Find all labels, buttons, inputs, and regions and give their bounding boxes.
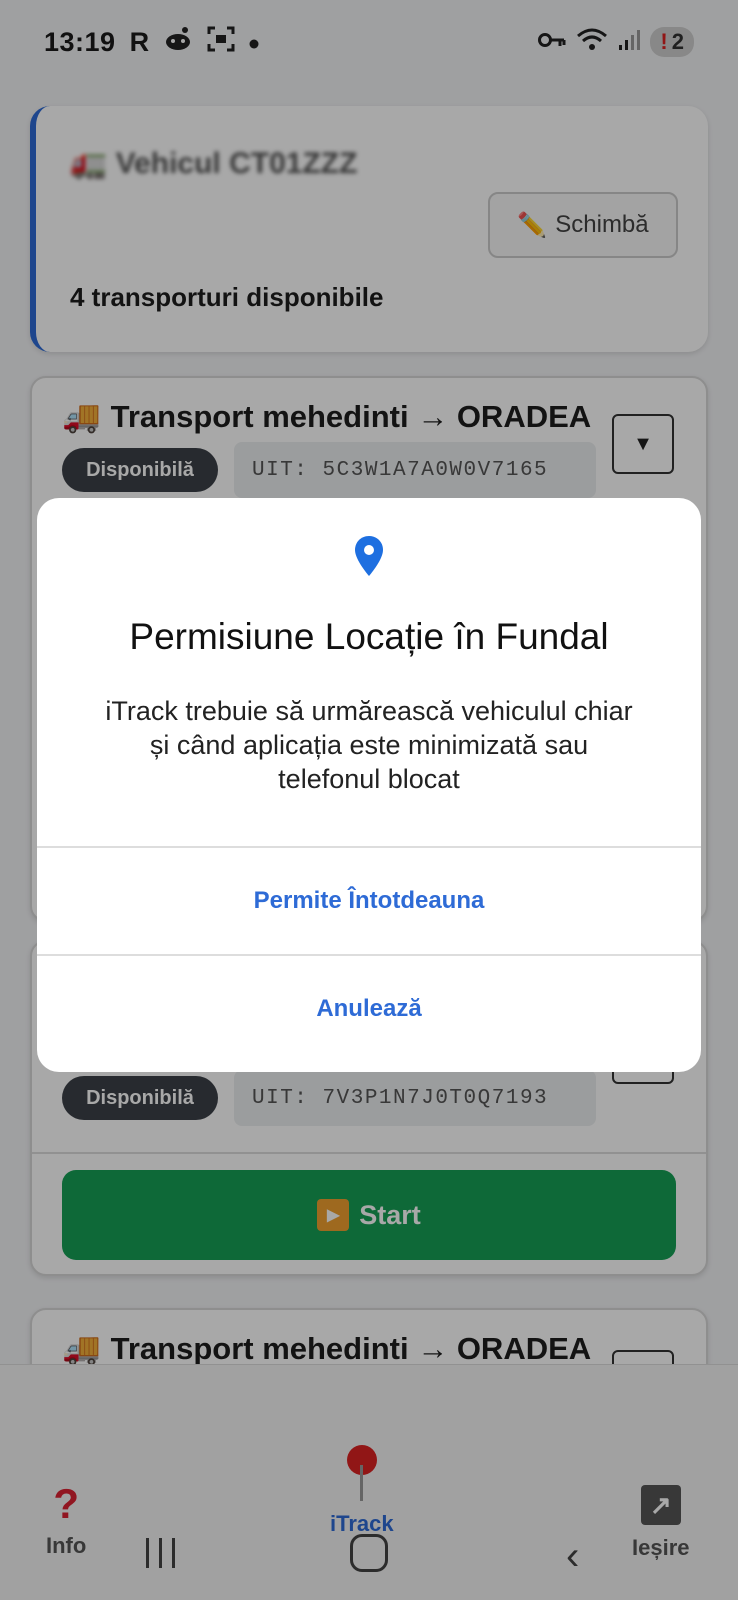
dialog-body: iTrack trebuie să urmărească vehiculul c… xyxy=(105,696,633,794)
location-permission-dialog: Permisiune Locație în Fundal iTrack treb… xyxy=(37,498,701,1072)
location-pin-icon xyxy=(355,536,383,576)
dialog-title: Permisiune Locație în Fundal xyxy=(129,616,609,657)
allow-always-button[interactable]: Permite Întotdeauna xyxy=(37,848,701,954)
cancel-button[interactable]: Anulează xyxy=(37,956,701,1062)
